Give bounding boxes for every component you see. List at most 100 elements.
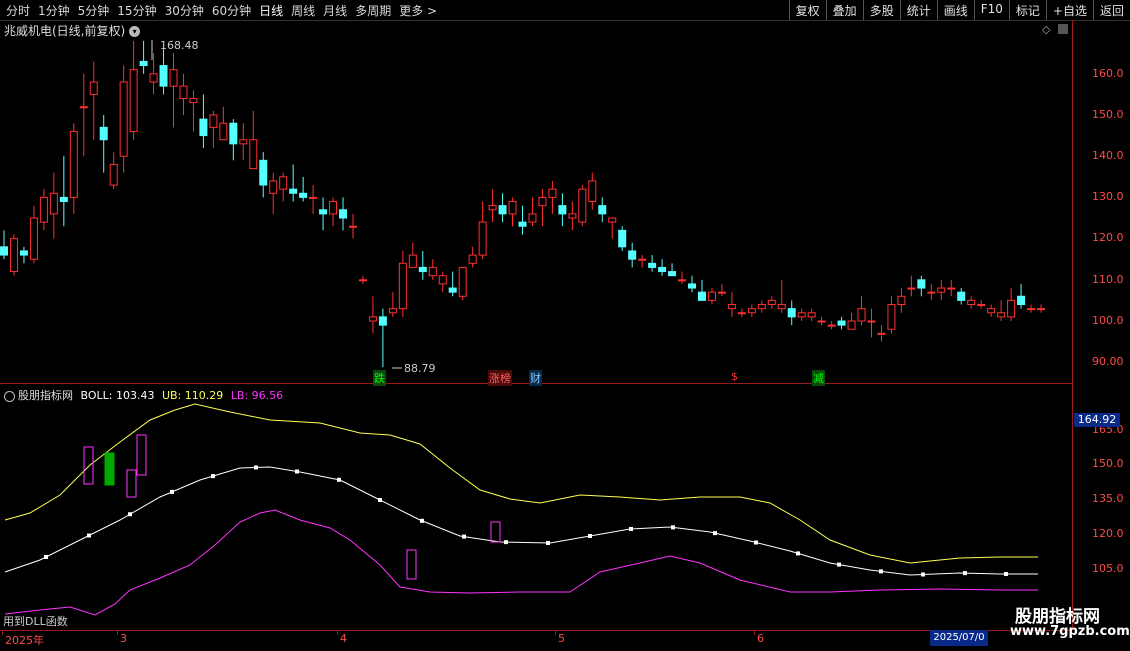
candle-body[interactable] bbox=[528, 213, 537, 223]
candle-body[interactable] bbox=[249, 139, 258, 170]
candle-body[interactable] bbox=[927, 291, 936, 294]
candle-body[interactable] bbox=[827, 324, 836, 327]
candle-body[interactable] bbox=[289, 188, 298, 194]
candle-body[interactable] bbox=[319, 209, 328, 215]
candle-body[interactable] bbox=[997, 312, 1006, 318]
candle-body[interactable] bbox=[329, 201, 338, 215]
candle-body[interactable] bbox=[149, 73, 158, 83]
toolbar-button-8[interactable]: 返回 bbox=[1092, 0, 1130, 20]
candle-body[interactable] bbox=[817, 320, 826, 323]
candle-body[interactable] bbox=[339, 209, 348, 219]
candle-body[interactable] bbox=[448, 287, 457, 293]
candle-body[interactable] bbox=[847, 320, 856, 330]
candle-body[interactable] bbox=[49, 192, 58, 215]
candle-body[interactable] bbox=[648, 262, 657, 268]
candle-body[interactable] bbox=[707, 291, 716, 301]
candle-body[interactable] bbox=[458, 266, 467, 297]
candle-body[interactable] bbox=[837, 320, 846, 326]
candle-body[interactable] bbox=[558, 205, 567, 215]
candle-body[interactable] bbox=[89, 81, 98, 95]
candle-body[interactable] bbox=[39, 196, 48, 223]
candle-body[interactable] bbox=[508, 201, 517, 215]
candle-body[interactable] bbox=[757, 304, 766, 310]
event-marker[interactable]: $ bbox=[730, 370, 739, 383]
candle-body[interactable] bbox=[219, 122, 228, 141]
candle-body[interactable] bbox=[69, 130, 78, 198]
candle-body[interactable] bbox=[19, 250, 28, 256]
candle-body[interactable] bbox=[129, 69, 138, 132]
candle-body[interactable] bbox=[368, 316, 377, 322]
candle-body[interactable] bbox=[269, 180, 278, 194]
candle-body[interactable] bbox=[9, 238, 18, 273]
candle-body[interactable] bbox=[478, 221, 487, 256]
candle-body[interactable] bbox=[628, 250, 637, 260]
candle-body[interactable] bbox=[967, 299, 976, 306]
candle-body[interactable] bbox=[747, 308, 756, 314]
candle-body[interactable] bbox=[29, 217, 38, 260]
candle-body[interactable] bbox=[189, 98, 198, 104]
candle-body[interactable] bbox=[179, 85, 188, 100]
candle-body[interactable] bbox=[777, 304, 786, 310]
candle-body[interactable] bbox=[658, 266, 667, 273]
candle-body[interactable] bbox=[957, 291, 966, 301]
candle-body[interactable] bbox=[488, 205, 497, 211]
candle-body[interactable] bbox=[79, 106, 88, 109]
candle-body[interactable] bbox=[697, 291, 706, 301]
event-marker[interactable]: 财 bbox=[529, 370, 542, 386]
candle-body[interactable] bbox=[568, 213, 577, 219]
candle-body[interactable] bbox=[279, 176, 288, 190]
candle-body[interactable] bbox=[937, 287, 946, 293]
candle-body[interactable] bbox=[1037, 308, 1045, 311]
candle-body[interactable] bbox=[977, 304, 986, 307]
candle-body[interactable] bbox=[897, 295, 906, 306]
candle-body[interactable] bbox=[209, 114, 218, 128]
candle-body[interactable] bbox=[428, 266, 437, 277]
candle-body[interactable] bbox=[548, 188, 557, 198]
candle-body[interactable] bbox=[0, 246, 8, 256]
candle-body[interactable] bbox=[807, 312, 816, 318]
candle-body[interactable] bbox=[119, 81, 128, 157]
candle-body[interactable] bbox=[608, 217, 617, 223]
candle-body[interactable] bbox=[498, 205, 507, 215]
candle-body[interactable] bbox=[1007, 299, 1016, 318]
candle-body[interactable] bbox=[538, 196, 547, 207]
candle-body[interactable] bbox=[388, 308, 397, 314]
candle-body[interactable] bbox=[917, 279, 926, 289]
candle-body[interactable] bbox=[438, 275, 447, 285]
candle-body[interactable] bbox=[199, 118, 208, 137]
candle-body[interactable] bbox=[857, 308, 866, 322]
candle-body[interactable] bbox=[229, 122, 238, 145]
candle-body[interactable] bbox=[987, 308, 996, 314]
candle-body[interactable] bbox=[787, 308, 796, 318]
candle-body[interactable] bbox=[578, 188, 587, 223]
chart-canvas[interactable]: 168.48 88.79 bbox=[0, 0, 1072, 630]
candle-body[interactable] bbox=[947, 287, 956, 290]
candle-body[interactable] bbox=[358, 279, 367, 282]
candle-body[interactable] bbox=[59, 196, 68, 203]
candle-body[interactable] bbox=[907, 287, 916, 290]
candle-body[interactable] bbox=[688, 283, 697, 289]
candle-body[interactable] bbox=[299, 192, 308, 198]
event-marker[interactable]: 减 bbox=[812, 370, 825, 386]
candle-body[interactable] bbox=[1017, 295, 1026, 306]
event-marker[interactable]: 跌 bbox=[373, 370, 386, 386]
candle-body[interactable] bbox=[887, 304, 896, 330]
candle-body[interactable] bbox=[877, 332, 886, 335]
candle-body[interactable] bbox=[139, 60, 148, 67]
candle-body[interactable] bbox=[109, 163, 118, 186]
candle-body[interactable] bbox=[309, 196, 318, 199]
candle-body[interactable] bbox=[518, 221, 527, 227]
candle-body[interactable] bbox=[668, 271, 677, 277]
candle-body[interactable] bbox=[678, 279, 687, 282]
candle-body[interactable] bbox=[169, 69, 178, 87]
candle-body[interactable] bbox=[638, 258, 647, 261]
candle-body[interactable] bbox=[418, 266, 427, 273]
candle-body[interactable] bbox=[468, 254, 477, 264]
event-marker[interactable]: 涨榜 bbox=[488, 370, 512, 386]
candle-body[interactable] bbox=[717, 291, 726, 294]
candle-body[interactable] bbox=[159, 65, 168, 87]
candle-body[interactable] bbox=[767, 299, 776, 306]
candle-body[interactable] bbox=[378, 316, 387, 326]
candle-body[interactable] bbox=[348, 225, 357, 228]
candle-body[interactable] bbox=[398, 262, 407, 310]
